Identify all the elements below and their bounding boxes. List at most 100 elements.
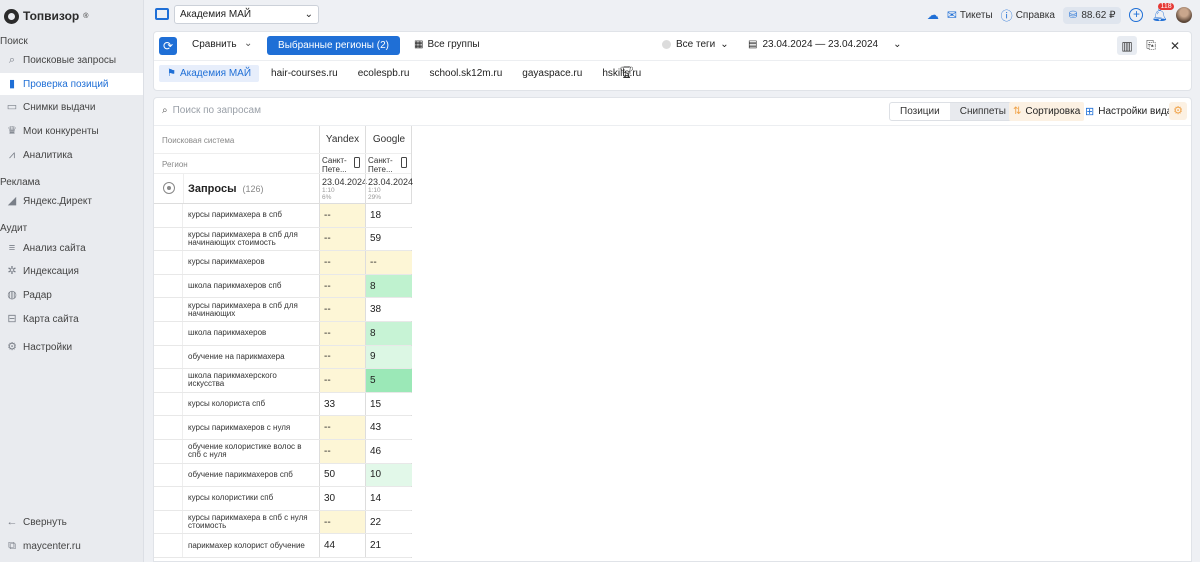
position-yandex[interactable]: -- xyxy=(319,204,365,227)
position-yandex[interactable]: 30 xyxy=(319,487,365,510)
table-row[interactable]: школа парикмахерского искусства -- 5 xyxy=(154,369,412,393)
position-yandex[interactable]: 33 xyxy=(319,392,365,416)
table-row[interactable]: школа парикмахеров -- 8 xyxy=(154,321,412,346)
settings-toggle-icon[interactable]: ⚙ xyxy=(1169,102,1187,120)
trophy-icon[interactable]: 🏆︎ xyxy=(619,65,634,79)
table-row[interactable]: обучение колористике волос в спб с нуля -… xyxy=(154,439,412,464)
table-row[interactable]: курсы парикмахера в спб для начинающих --… xyxy=(154,298,412,322)
position-google[interactable]: 59 xyxy=(365,227,412,251)
row-select-cell[interactable] xyxy=(154,251,183,274)
position-google[interactable]: 46 xyxy=(365,439,412,463)
tags-button[interactable]: Все теги ⌄ xyxy=(662,39,729,50)
table-row[interactable]: парикмахер колорист обучение 44 21 xyxy=(154,534,412,558)
sidebar-item-0-1[interactable]: ▮ Проверка позиций xyxy=(0,73,143,95)
position-yandex[interactable]: 44 xyxy=(319,534,365,557)
row-select-cell[interactable] xyxy=(154,463,183,487)
row-select-cell[interactable] xyxy=(154,204,183,227)
position-google[interactable]: 5 xyxy=(365,369,412,392)
table-row[interactable]: обучение на парикмахера -- 9 xyxy=(154,345,412,370)
position-yandex[interactable]: 50 xyxy=(319,463,365,487)
row-select-cell[interactable] xyxy=(154,227,183,251)
position-google[interactable]: 22 xyxy=(365,510,412,534)
sidebar-item-0-3[interactable]: ♛ Мои конкуренты xyxy=(0,120,143,142)
position-google[interactable]: 18 xyxy=(365,204,412,227)
row-select-cell[interactable] xyxy=(154,487,183,510)
table-row[interactable]: курсы колориста спб 33 15 xyxy=(154,392,412,417)
row-select-cell[interactable] xyxy=(154,274,183,298)
position-yandex[interactable]: -- xyxy=(319,369,365,392)
logo[interactable]: Топвизор ® xyxy=(4,7,88,25)
position-google[interactable]: 21 xyxy=(365,534,412,557)
position-google[interactable]: 8 xyxy=(365,274,412,298)
sidebar-item-0-2[interactable]: ▭ Снимки выдачи xyxy=(0,96,143,118)
search-input[interactable]: Поиск по запросам xyxy=(173,105,261,116)
regions-button[interactable]: Выбранные регионы (2) xyxy=(267,36,400,55)
help-link[interactable]: ⓘ Справка xyxy=(1001,7,1055,24)
position-yandex[interactable]: -- xyxy=(319,274,365,298)
tab-snippets[interactable]: Сниппеты xyxy=(949,103,1016,120)
export-icon[interactable]: ⎘ xyxy=(1141,36,1161,55)
date-range-picker[interactable]: ▤ 23.04.2024 — 23.04.2024 ⌄ xyxy=(748,39,902,50)
balance[interactable]: ⛁ 88.62 ₽ xyxy=(1062,6,1122,24)
position-yandex[interactable]: -- xyxy=(319,439,365,463)
tools-icon[interactable]: ✕ xyxy=(1165,36,1185,55)
table-row[interactable]: обучение парикмахеров спб 50 10 xyxy=(154,463,412,488)
row-select-cell[interactable] xyxy=(154,321,183,345)
row-select-cell[interactable] xyxy=(154,392,183,416)
table-row[interactable]: школа парикмахеров спб -- 8 xyxy=(154,274,412,299)
position-google[interactable]: -- xyxy=(365,251,412,274)
project-tab-1[interactable]: hair-courses.ru xyxy=(263,65,346,82)
row-select-cell[interactable] xyxy=(154,369,183,392)
refresh-button[interactable]: ⟳ xyxy=(159,37,177,55)
chevron-down-icon[interactable]: ⌄ xyxy=(244,38,252,49)
row-select-cell[interactable] xyxy=(154,510,183,534)
avatar[interactable] xyxy=(1176,7,1192,23)
row-select-cell[interactable] xyxy=(154,416,183,439)
position-yandex[interactable]: -- xyxy=(319,251,365,274)
position-google[interactable]: 38 xyxy=(365,298,412,321)
tab-positions[interactable]: Позиции xyxy=(890,103,950,120)
position-google[interactable]: 14 xyxy=(365,487,412,510)
sidebar-item-3-0[interactable]: ⚙ Настройки xyxy=(0,336,143,358)
groups-button[interactable]: ▦ Все группы xyxy=(414,39,480,50)
project-tab-3[interactable]: school.sk12m.ru xyxy=(421,65,510,82)
position-yandex[interactable]: -- xyxy=(319,510,365,534)
sidebar-item-2-1[interactable]: ✲ Индексация xyxy=(0,260,143,282)
sidebar-item-1-0[interactable]: ◢ Яндекс.Директ xyxy=(0,190,143,212)
position-yandex[interactable]: -- xyxy=(319,298,365,321)
search-box[interactable]: ⌕ Поиск по запросам xyxy=(162,105,261,116)
project-tab-4[interactable]: gayaspace.ru xyxy=(514,65,590,82)
compare-button[interactable]: Сравнить xyxy=(192,39,237,50)
sorting-button[interactable]: ⇅ Сортировка xyxy=(1009,102,1085,121)
notifications-button[interactable]: 🔔︎ 118 xyxy=(1151,3,1174,23)
table-row[interactable]: курсы парикмахера в спб -- 18 xyxy=(154,204,412,228)
sidebar-item-2-0[interactable]: ≡ Анализ сайта xyxy=(0,237,143,259)
row-select-cell[interactable] xyxy=(154,534,183,557)
target-icon[interactable] xyxy=(163,182,175,194)
row-select-cell[interactable] xyxy=(154,298,183,321)
table-row[interactable]: курсы парикмахера в спб для начинающих с… xyxy=(154,227,412,252)
site-link[interactable]: ⧉ maycenter.ru xyxy=(0,535,143,557)
sidebar-item-2-2[interactable]: ◍ Радар xyxy=(0,284,143,306)
position-google[interactable]: 43 xyxy=(365,416,412,439)
project-tab-2[interactable]: ecolespb.ru xyxy=(350,65,418,82)
tickets-link[interactable]: ✉ Тикеты xyxy=(947,8,993,22)
position-google[interactable]: 15 xyxy=(365,392,412,416)
table-row[interactable]: курсы парикмахеров с нуля -- 43 xyxy=(154,416,412,440)
position-google[interactable]: 9 xyxy=(365,345,412,369)
table-row[interactable]: курсы парикмахера в спб с нуля стоимость… xyxy=(154,510,412,535)
collapse-button[interactable]: ← Свернуть xyxy=(0,511,143,533)
position-yandex[interactable]: -- xyxy=(319,227,365,251)
view-settings-button[interactable]: ⊞ Настройки вида xyxy=(1085,105,1172,118)
position-yandex[interactable]: -- xyxy=(319,321,365,345)
position-yandex[interactable]: -- xyxy=(319,345,365,369)
chart-view-icon[interactable]: ▥ xyxy=(1117,36,1137,55)
position-yandex[interactable]: -- xyxy=(319,416,365,439)
row-select-cell[interactable] xyxy=(154,439,183,463)
position-google[interactable]: 8 xyxy=(365,321,412,345)
position-google[interactable]: 10 xyxy=(365,463,412,487)
table-row[interactable]: курсы колористики спб 30 14 xyxy=(154,487,412,511)
table-row[interactable]: курсы парикмахеров -- -- xyxy=(154,251,412,275)
sidebar-item-2-3[interactable]: ⊟ Карта сайта xyxy=(0,308,143,330)
sidebar-item-0-4[interactable]: ⩘ Аналитика xyxy=(0,144,143,166)
